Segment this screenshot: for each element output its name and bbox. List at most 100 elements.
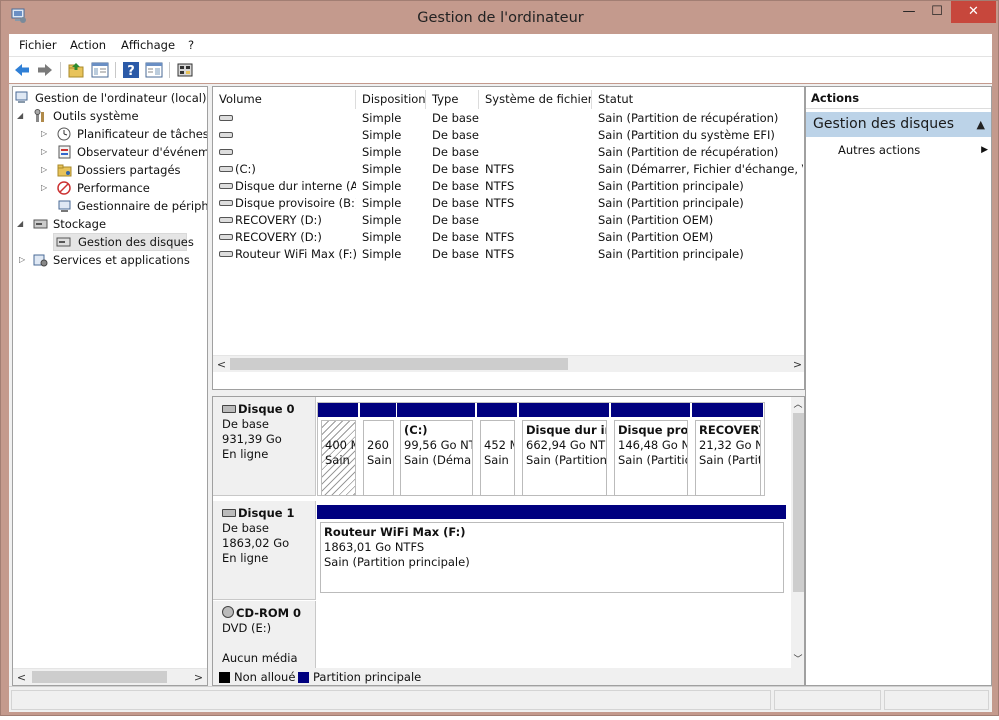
scroll-down-arrow-icon[interactable]: ﹀ <box>791 653 804 667</box>
collapse-arrow-icon[interactable]: ◢ <box>17 215 23 233</box>
partition-size: 452 M <box>484 438 514 452</box>
menu-action[interactable]: Action <box>70 38 106 52</box>
disk-1-info[interactable]: Disque 1 De base 1863,02 Go En ligne <box>213 501 316 600</box>
tree-label-root: Gestion de l'ordinateur (local) <box>35 91 207 105</box>
table-cell <box>485 144 592 161</box>
disk-0-type: De base <box>222 417 269 431</box>
properties-pane-icon[interactable] <box>145 61 163 79</box>
cell-text: Sain (Partition OEM) <box>598 213 714 227</box>
scroll-right-arrow-icon[interactable]: > <box>190 669 207 685</box>
volume-horizontal-scrollbar[interactable]: < > <box>213 355 804 372</box>
partition-block[interactable]: Disque dur int662,94 Go NTFSain (Partiti… <box>522 420 607 496</box>
partition-block[interactable]: (C:) 99,56 Go NT Sain (Démar <box>400 420 473 496</box>
table-row[interactable]: Disque dur interne (A:) Simple De base NTFS… <box>213 178 804 195</box>
cdrom-0-media: Aucun média <box>222 651 298 665</box>
table-cell: De base <box>432 144 479 161</box>
partition-name: Disque prov <box>618 423 688 437</box>
expand-arrow-icon[interactable]: ▷ <box>19 251 25 269</box>
table-row[interactable]: Simple De base Sain (Partition de récupéra… <box>213 110 804 127</box>
cell-text: RECOVERY (D:) <box>235 230 322 244</box>
expand-arrow-icon[interactable]: ▷ <box>41 143 47 161</box>
menu-fichier[interactable]: Fichier <box>19 38 57 52</box>
graph-vertical-scrollbar[interactable]: ︿ ﹀ <box>791 397 804 668</box>
status-cell-main <box>11 690 771 710</box>
show-hide-tree-icon[interactable] <box>91 61 109 79</box>
title-bar[interactable]: Gestion de l'ordinateur — ☐ ✕ <box>1 1 999 34</box>
cdrom-0-name: CD-ROM 0 <box>236 606 302 620</box>
maximize-button[interactable]: ☐ <box>923 1 951 23</box>
event-viewer-icon <box>58 145 71 159</box>
table-cell: NTFS <box>485 178 592 195</box>
forward-arrow-icon[interactable] <box>36 61 54 79</box>
scroll-left-arrow-icon[interactable]: < <box>213 356 230 373</box>
help-icon[interactable]: ? <box>122 61 140 79</box>
scroll-thumb[interactable] <box>230 358 568 370</box>
expand-arrow-icon[interactable]: ▷ <box>41 125 47 143</box>
col-header-statut[interactable]: Statut <box>592 90 804 109</box>
col-header-filesystem[interactable]: Système de fichiers <box>479 90 592 109</box>
actions-section-gestion-disques[interactable]: Gestion des disques ▲ <box>806 112 991 137</box>
tree-label-gestionnaire: Gestionnaire de périphé <box>77 199 208 213</box>
menu-help[interactable]: ? <box>188 38 194 52</box>
table-row[interactable]: Simple De base Sain (Partition de récupéra… <box>213 144 804 161</box>
cell-text: (C:) <box>235 162 256 176</box>
table-row[interactable]: (C:) Simple De base NTFS Sain (Démarrer, Fic… <box>213 161 804 178</box>
collapse-triangle-icon[interactable]: ▲ <box>977 112 985 137</box>
expand-arrow-icon[interactable]: ▷ <box>41 161 47 179</box>
disk-settings-icon[interactable] <box>176 61 194 79</box>
table-cell <box>485 110 592 127</box>
disk-1-type: De base <box>222 521 269 535</box>
col-header-type[interactable]: Type <box>426 90 479 109</box>
scroll-right-arrow-icon[interactable]: > <box>789 356 804 373</box>
scroll-thumb[interactable] <box>32 671 167 683</box>
tree-label-stockage: Stockage <box>53 217 107 231</box>
disk-graph-view: Disque 0 De base 931,39 Go En ligne 400 … <box>212 396 805 686</box>
disk-0-info[interactable]: Disque 0 De base 931,39 Go En ligne <box>213 397 316 496</box>
col-header-volume[interactable]: Volume <box>213 90 356 109</box>
partition-size: 1863,01 Go NTFS <box>324 540 425 554</box>
partition-f[interactable]: Routeur WiFi Max (F:) 1863,01 Go NTFS Sa… <box>320 522 784 593</box>
table-cell: De base <box>432 195 479 212</box>
drive-icon <box>219 115 233 121</box>
partition-block[interactable]: 452 MSain <box>480 420 515 496</box>
partition-block[interactable]: RECOVERY 21,32 Go N Sain (Partit <box>695 420 761 496</box>
autres-actions-item[interactable]: Autres actions ▶ <box>838 141 988 159</box>
menu-affichage[interactable]: Affichage <box>121 38 175 52</box>
cell-text: Disque dur interne (A:) <box>235 179 356 193</box>
partition-block[interactable]: 260 Sain <box>363 420 394 496</box>
partition-block[interactable]: Disque prov146,48 Go NSain (Partitio <box>614 420 688 496</box>
cell-text: Disque provisoire (B:) <box>235 196 356 210</box>
back-arrow-icon[interactable] <box>13 61 31 79</box>
scroll-thumb[interactable] <box>793 413 804 592</box>
partition-bar <box>692 403 763 417</box>
table-cell: Disque dur interne (A:) <box>219 178 356 195</box>
disk-1-state: En ligne <box>222 551 269 565</box>
toolbar-separator <box>115 62 116 78</box>
partition-bar <box>477 403 517 417</box>
close-button[interactable]: ✕ <box>951 1 996 23</box>
cdrom-0-info[interactable]: CD-ROM 0 DVD (E:) Aucun média <box>213 601 316 668</box>
scroll-left-arrow-icon[interactable]: < <box>13 669 30 685</box>
menu-bar: Fichier Action Affichage ? <box>9 34 992 56</box>
table-cell: Sain (Partition de récupération) <box>598 144 803 161</box>
up-folder-icon[interactable] <box>67 61 85 79</box>
actions-pane: Actions Gestion des disques ▲ Autres act… <box>805 86 992 686</box>
collapse-arrow-icon[interactable]: ◢ <box>17 107 23 125</box>
table-row[interactable]: Disque provisoire (B:) Simple De base NTFS S… <box>213 195 804 212</box>
tree-horizontal-scrollbar[interactable]: < > <box>13 668 207 685</box>
table-row[interactable]: Routeur WiFi Max (F:) Simple De base NTFS Sa… <box>213 246 804 263</box>
table-row[interactable]: RECOVERY (D:) Simple De base NTFS Sain (Part… <box>213 229 804 246</box>
partition-block[interactable]: 400 MSain <box>321 420 356 496</box>
col-header-disposition[interactable]: Disposition <box>356 90 426 109</box>
cell-text: Sain (Partition OEM) <box>598 230 714 244</box>
table-row[interactable]: Simple De base Sain (Partition du système … <box>213 127 804 144</box>
scroll-up-arrow-icon[interactable]: ︿ <box>791 398 804 412</box>
disk-1-name: Disque 1 <box>238 506 295 520</box>
tree-node-gestion-disques[interactable]: Gestion des disques <box>53 233 194 251</box>
table-cell <box>485 127 592 144</box>
expand-arrow-icon[interactable]: ▷ <box>41 179 47 197</box>
table-cell: Simple <box>362 144 426 161</box>
table-row[interactable]: RECOVERY (D:) Simple De base Sain (Partitio… <box>213 212 804 229</box>
cell-text: NTFS <box>485 196 515 210</box>
minimize-button[interactable]: — <box>895 1 923 23</box>
